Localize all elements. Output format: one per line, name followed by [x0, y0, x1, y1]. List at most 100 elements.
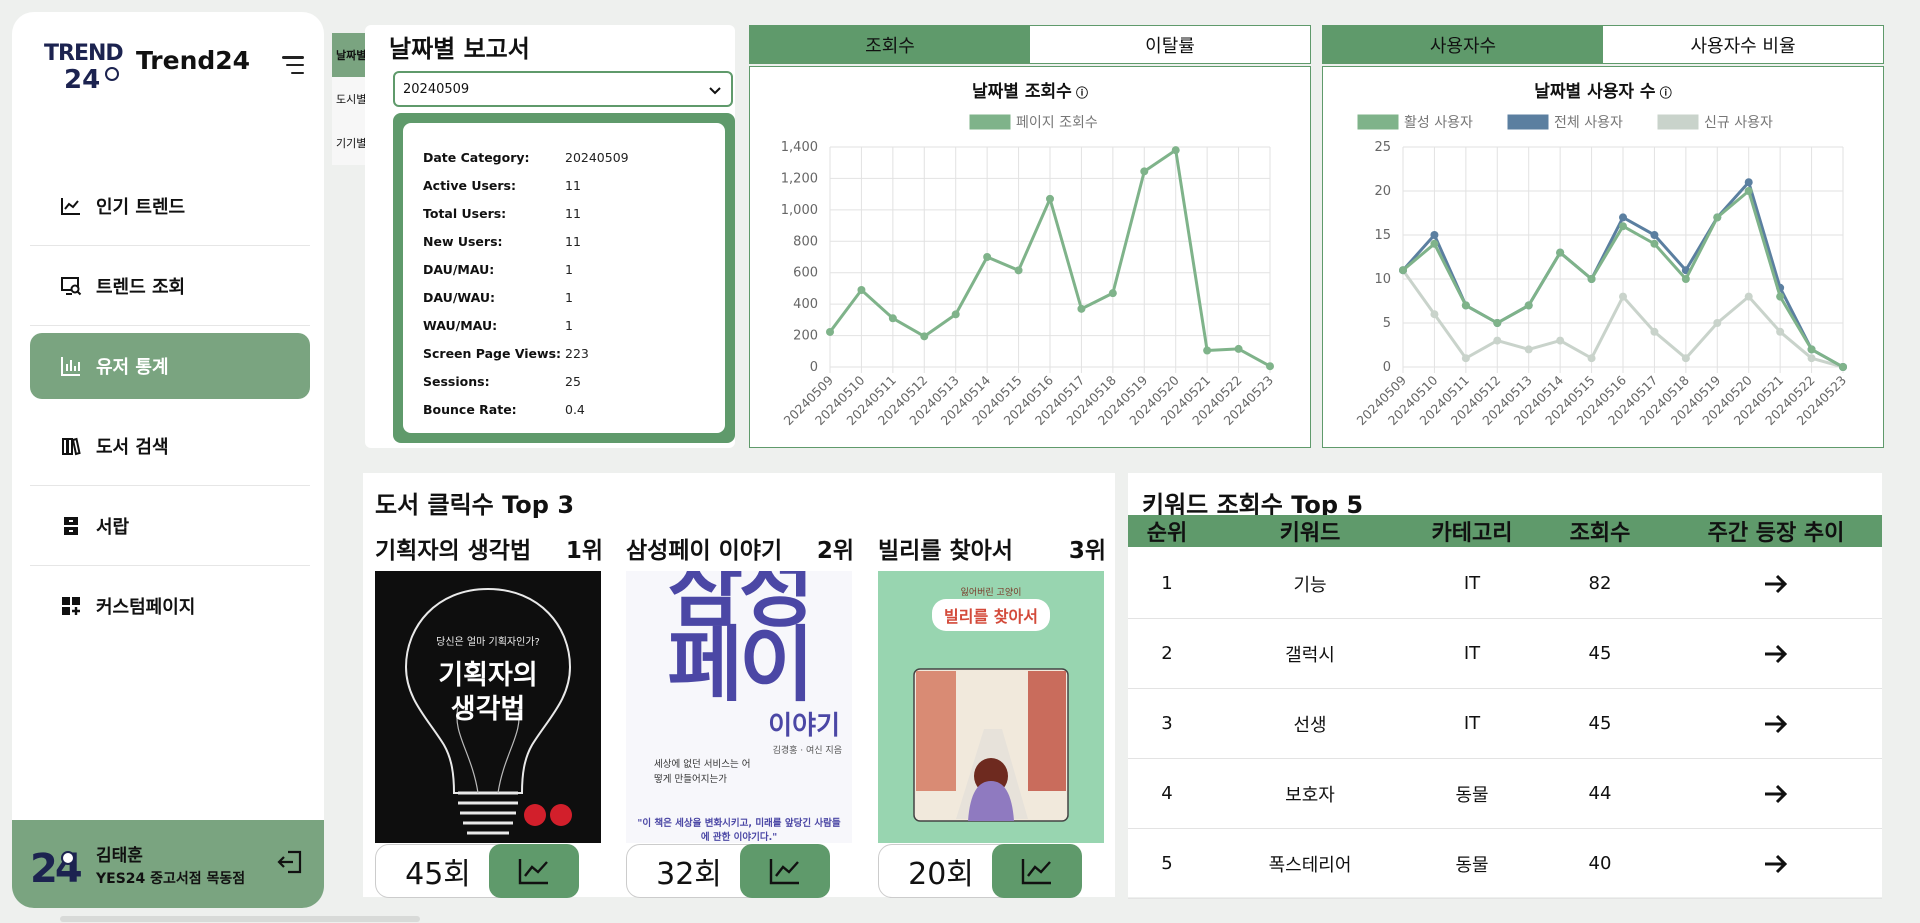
- click-count: 20회: [878, 844, 1004, 898]
- brand-name: Trend24: [136, 46, 251, 75]
- hamburger-menu-icon[interactable]: [282, 56, 304, 74]
- book-head: 삼성페이 이야기 2위: [626, 527, 854, 569]
- cell-rank: 3: [1161, 713, 1173, 734]
- book-cover[interactable]: 삼성 페이 이야기 김경홍 · 여신 지음 세상에 없던 서비스는 어떻게 만들…: [626, 571, 852, 843]
- info-key: Bounce Rate:: [423, 401, 517, 417]
- data-point: [951, 310, 960, 319]
- book-trend-button[interactable]: [992, 844, 1082, 898]
- tab-user-ratio[interactable]: 사용자수 비율: [1603, 26, 1883, 63]
- nav-item-book-search[interactable]: 도서 검색: [30, 406, 310, 486]
- info-key: Date Category:: [423, 149, 530, 165]
- y-tick-label: 10: [1374, 272, 1391, 287]
- weekly-trend-button[interactable]: [1670, 783, 1882, 805]
- col-keyword: 키워드: [1279, 521, 1341, 546]
- data-point: [857, 286, 866, 294]
- nav-item-user-stats[interactable]: 유저 통계: [30, 333, 310, 399]
- col-views: 조회수: [1569, 521, 1631, 546]
- data-point: [1171, 146, 1180, 155]
- book-trend-button[interactable]: [740, 844, 830, 898]
- legend-label: 활성 사용자: [1404, 115, 1473, 131]
- nav-label: 서랍: [96, 516, 130, 538]
- weekly-trend-button[interactable]: [1670, 573, 1882, 595]
- book-title: 삼성페이 이야기: [626, 538, 783, 564]
- y-tick-label: 800: [793, 234, 818, 249]
- cover-subtitle: 세상에 없던 서비스는 어떻게 만들어지는가: [654, 759, 751, 785]
- nav-item-trend-search[interactable]: 트렌드 조회: [30, 246, 310, 326]
- data-point: [920, 332, 929, 341]
- arrow-right-icon: [1765, 714, 1788, 733]
- report-info-row: Active Users: 11: [423, 171, 705, 199]
- table-row: 3 선생 IT 45: [1128, 689, 1882, 759]
- tab-bounce-rate[interactable]: 이탈률: [1030, 26, 1310, 63]
- cell-category: IT: [1463, 643, 1481, 664]
- y-tick-label: 1,400: [781, 140, 818, 155]
- report-info-row: New Users: 11: [423, 227, 705, 255]
- info-key: Active Users:: [423, 177, 516, 193]
- legend-swatch: [1357, 114, 1399, 130]
- data-point: [1776, 327, 1785, 336]
- cover-top-text: 당신은 얼마 기획자인가?: [436, 637, 540, 648]
- users-panel: 사용자수 사용자수 비율 날짜별 사용자 수 ⓘ 0 5 10 15 20 25 20240…: [1322, 25, 1884, 448]
- weekly-trend-button[interactable]: [1670, 853, 1882, 875]
- tab-views[interactable]: 조회수: [750, 26, 1030, 63]
- book-cover[interactable]: 잃어버린 고양이 빌리를 찾아서: [878, 571, 1104, 843]
- info-value: 25: [565, 373, 581, 389]
- report-info-row: DAU/WAU: 1: [423, 283, 705, 311]
- views-chart-box: 날짜별 조회수 ⓘ 0 200 400 600 800 1,000 1,200 1,400 20…: [749, 66, 1311, 448]
- cell-category: 동물: [1455, 854, 1489, 876]
- cell-category: IT: [1463, 713, 1481, 734]
- legend-label: 전체 사용자: [1554, 115, 1623, 131]
- keyword-views-section: 키워드 조회수 Top 5 순위 키워드 카테고리 조회수 주간 등장 추이 1…: [1128, 473, 1882, 899]
- data-point: [1619, 222, 1627, 231]
- nav-label: 도서 검색: [96, 436, 169, 458]
- data-point: [1839, 363, 1847, 371]
- data-point: [1399, 266, 1407, 275]
- y-tick-label: 20: [1374, 184, 1391, 199]
- weekly-trend-button[interactable]: [1670, 713, 1882, 735]
- info-value: 11: [565, 205, 581, 221]
- data-point: [1014, 266, 1023, 275]
- nav-label: 트렌드 조회: [96, 276, 186, 298]
- cell-views: 45: [1588, 643, 1612, 664]
- books-title: 도서 클릭수 Top 3: [375, 491, 575, 519]
- book-trend-button[interactable]: [489, 844, 579, 898]
- trend-chart-icon: [1021, 859, 1051, 885]
- cell-views: 82: [1588, 573, 1612, 594]
- report-info-row: Total Users: 11: [423, 199, 705, 227]
- data-point: [1077, 304, 1086, 313]
- nav-item-drawer[interactable]: 서랍: [30, 486, 310, 566]
- col-category: 카테고리: [1431, 521, 1513, 546]
- logout-icon[interactable]: [276, 848, 304, 876]
- keyword-table-header: 순위 키워드 카테고리 조회수 주간 등장 추이: [1128, 515, 1882, 547]
- cell-rank: 4: [1161, 783, 1173, 804]
- data-point: [1587, 354, 1596, 363]
- y-tick-label: 200: [793, 329, 818, 344]
- data-point: [888, 314, 897, 323]
- legend-label: 페이지 조회수: [1016, 115, 1098, 131]
- data-point: [1046, 194, 1054, 203]
- nav-label: 커스텀페이지: [96, 597, 196, 618]
- cell-keyword: 선생: [1293, 714, 1327, 736]
- report-title: 날짜별 보고서: [389, 35, 530, 63]
- weekly-trend-button[interactable]: [1670, 643, 1882, 665]
- tab-user-count[interactable]: 사용자수: [1323, 26, 1603, 63]
- horizontal-scrollbar[interactable]: [60, 916, 420, 922]
- y-tick-label: 0: [1383, 360, 1391, 375]
- info-value: 1: [565, 317, 573, 333]
- info-key: Total Users:: [423, 205, 507, 221]
- drawer-icon: [60, 515, 82, 537]
- date-select-value: 20240509: [403, 81, 470, 97]
- cell-views: 44: [1588, 783, 1612, 804]
- info-key: New Users:: [423, 233, 503, 249]
- book-cover[interactable]: 당신은 얼마 기획자인가? 기획자의 생각법: [375, 571, 601, 843]
- main-nav: 인기 트렌드 트렌드 조회 유저 통계 도서 검색 서랍 커스텀페이지: [30, 166, 310, 646]
- data-point: [1461, 301, 1470, 310]
- info-value: 1: [565, 289, 573, 305]
- alley-illustration: [913, 668, 1069, 822]
- nav-label: 유저 통계: [96, 357, 169, 378]
- nav-item-popular-trend[interactable]: 인기 트렌드: [30, 166, 310, 246]
- table-row: 4 보호자 동물 44: [1128, 759, 1882, 829]
- nav-item-custom-page[interactable]: 커스텀페이지: [30, 566, 310, 646]
- date-select[interactable]: 20240509: [393, 71, 733, 107]
- trend24-logo[interactable]: TREND 24: [42, 34, 130, 90]
